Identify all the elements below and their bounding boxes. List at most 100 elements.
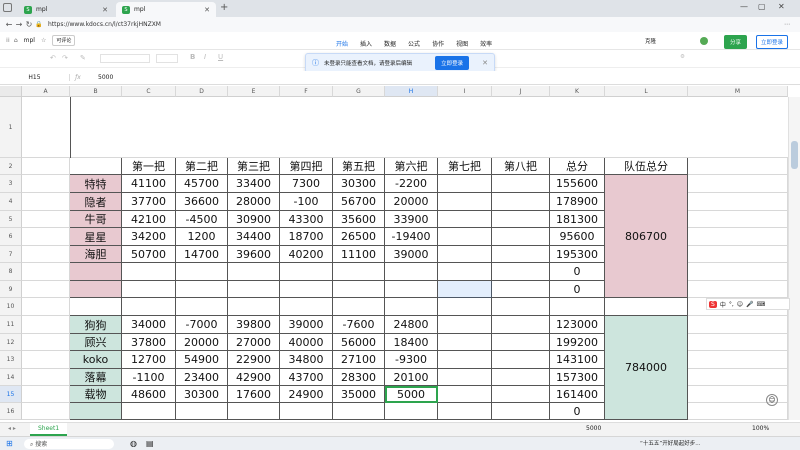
score-cell[interactable] [492,316,550,334]
cell-m13[interactable] [688,351,788,369]
separator-cell[interactable] [280,298,333,316]
score-cell[interactable]: -4500 [176,211,228,228]
score-cell[interactable] [333,263,385,281]
player-name-cell[interactable]: 海胆 [70,246,122,263]
taskbar-search[interactable]: ⌕ 搜索 [24,439,114,449]
player-name-cell[interactable]: 狗狗 [70,316,122,334]
score-cell[interactable] [492,175,550,193]
score-cell[interactable]: 161400 [550,386,605,403]
score-cell[interactable] [122,403,176,420]
zoom-level[interactable]: 100% [752,425,769,432]
score-cell[interactable]: 0 [550,281,605,298]
row-header-5[interactable]: 5 [0,211,22,228]
score-cell[interactable]: 48600 [122,386,176,403]
score-cell[interactable]: 50700 [122,246,176,263]
score-cell[interactable] [438,351,492,369]
bold-icon[interactable]: B [190,53,195,61]
avatar[interactable] [700,37,708,45]
quick-tools-icon[interactable]: ⚙ [680,54,685,60]
score-cell[interactable] [492,246,550,263]
separator-cell[interactable] [605,298,688,316]
score-cell[interactable]: 43700 [280,369,333,386]
score-cell[interactable] [438,175,492,193]
separator-cell[interactable] [70,298,122,316]
start-windows-icon[interactable]: ⊞ [6,439,13,448]
score-cell[interactable] [228,403,280,420]
format-painter-icon[interactable]: ✎ [80,54,86,62]
score-cell[interactable] [492,351,550,369]
column-header-d[interactable]: D [176,86,228,97]
row-header-9[interactable]: 9 [0,281,22,298]
forward-icon[interactable]: → [14,20,24,29]
score-cell[interactable]: 0 [550,263,605,281]
notice-login-button[interactable]: 立即登录 [435,56,470,70]
comment-permission-button[interactable]: 可评论 [52,35,76,46]
score-cell[interactable]: 30300 [333,175,385,193]
score-cell[interactable]: -100 [280,193,333,211]
score-cell[interactable]: -2200 [385,175,438,193]
help-bot-icon[interactable]: ☺ [766,394,778,406]
vertical-scrollbar[interactable] [788,97,800,420]
score-cell[interactable]: 14700 [176,246,228,263]
player-name-cell[interactable] [70,263,122,281]
close-tab-icon[interactable]: ✕ [204,6,210,14]
score-cell[interactable]: 26500 [333,228,385,246]
close-tab-icon[interactable]: ✕ [102,6,108,14]
score-cell[interactable] [438,193,492,211]
cell-a11[interactable] [22,316,70,334]
score-cell[interactable] [438,403,492,420]
separator-cell[interactable] [122,298,176,316]
browser-app-icon[interactable]: ◍ [130,439,137,448]
score-cell[interactable] [122,281,176,298]
score-cell[interactable] [492,263,550,281]
column-header-j[interactable]: J [492,86,550,97]
separator-cell[interactable] [438,298,492,316]
score-cell[interactable] [492,403,550,420]
score-cell[interactable]: 157300 [550,369,605,386]
score-cell[interactable] [176,281,228,298]
score-cell[interactable] [122,263,176,281]
score-cell[interactable]: 41100 [122,175,176,193]
score-cell[interactable] [280,263,333,281]
score-cell[interactable]: 143100 [550,351,605,369]
score-cell[interactable] [492,193,550,211]
row-1-blank[interactable] [22,97,788,158]
player-name-cell[interactable]: 牛哥 [70,211,122,228]
score-cell[interactable]: 34000 [122,316,176,334]
score-cell[interactable]: 23400 [176,369,228,386]
row-header-10[interactable]: 10 [0,298,22,316]
sheet-tab-sheet1[interactable]: Sheet1 [30,423,68,436]
score-cell[interactable]: 33400 [228,175,280,193]
score-cell[interactable] [176,263,228,281]
cell-m5[interactable] [688,211,788,228]
cell-a3[interactable] [22,175,70,193]
score-cell[interactable]: 27100 [333,351,385,369]
ime-keyboard-icon[interactable]: ⌨ [757,301,766,308]
score-cell[interactable]: -7600 [333,316,385,334]
score-cell[interactable] [176,403,228,420]
cell-m14[interactable] [688,369,788,386]
score-cell[interactable] [385,403,438,420]
cell-m9[interactable] [688,281,788,298]
score-cell[interactable]: 1200 [176,228,228,246]
row-header-7[interactable]: 7 [0,246,22,263]
row-header-12[interactable]: 12 [0,334,22,351]
font-size-select[interactable] [156,54,178,63]
score-cell[interactable] [492,334,550,351]
separator-cell[interactable] [333,298,385,316]
star-icon[interactable]: ☆ [41,37,46,44]
cell-a9[interactable] [22,281,70,298]
score-cell[interactable] [492,211,550,228]
score-cell[interactable]: 45700 [176,175,228,193]
player-name-cell[interactable]: 落幕 [70,369,122,386]
font-family-select[interactable] [100,54,150,63]
player-name-cell[interactable]: 特特 [70,175,122,193]
cell-a8[interactable] [22,263,70,281]
score-cell[interactable]: 42900 [228,369,280,386]
score-cell[interactable]: 36600 [176,193,228,211]
score-cell[interactable]: 18400 [385,334,438,351]
score-cell[interactable]: 17600 [228,386,280,403]
cell-a13[interactable] [22,351,70,369]
score-cell[interactable]: -9300 [385,351,438,369]
player-name-cell[interactable]: koko [70,351,122,369]
